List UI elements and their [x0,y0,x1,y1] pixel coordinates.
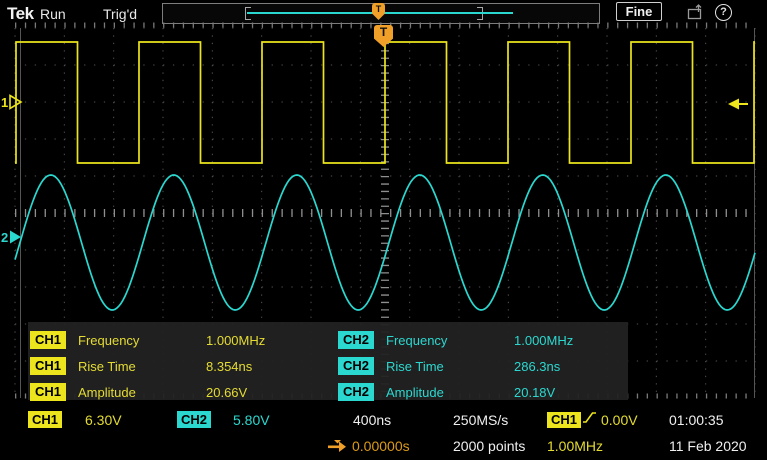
measurement-row: CH2 Rise Time 286.3ns [338,355,560,377]
ch2-badge: CH2 [338,357,374,375]
measurement-label: Amplitude [386,385,514,400]
horizontal-position-readout: 0.00000s [352,438,410,454]
measurements-panel: CH1 Frequency 1.000MHz CH1 Rise Time 8.3… [28,322,628,400]
ch2-marker-label: 2 [1,230,8,245]
measurement-value: 286.3ns [514,359,560,374]
top-bar: Tek Run Trig'd T Fine ? [0,0,767,28]
ch1-position-marker[interactable]: 1 [1,94,23,110]
sample-rate-readout: 250MS/s [453,412,508,428]
measurement-row: CH2 Amplitude 20.18V [338,381,555,403]
help-icon[interactable]: ? [715,4,732,21]
trigger-level-arrow-icon [727,97,749,111]
ch1-badge: CH1 [30,357,66,375]
timebase-readout: 400ns [353,412,391,428]
measurement-row: CH2 Frequency 1.000MHz [338,329,573,351]
measurement-value: 1.000MHz [206,333,265,348]
record-length-readout: 2000 points [453,438,525,454]
measurement-label: Amplitude [78,385,206,400]
ch2-position-marker[interactable]: 2 [1,229,23,245]
acquisition-preview-bar[interactable]: T [162,3,600,24]
trigger-level-readout: 0.00V [601,412,638,428]
ch1-badge: CH1 [30,331,66,349]
ch2-marker-triangle-icon [8,229,23,245]
measurement-value: 8.354ns [206,359,252,374]
clock-date: 11 Feb 2020 [669,438,747,454]
measurement-label: Rise Time [78,359,206,374]
ch1-marker-label: 1 [1,95,8,110]
trigger-level-marker[interactable] [727,97,749,116]
clock-time: 01:00:35 [669,412,724,428]
measurement-row: CH1 Amplitude 20.66V [30,381,247,403]
save-icon[interactable] [687,4,704,20]
ch2-scale-badge[interactable]: CH2 [177,411,211,428]
measurement-label: Rise Time [386,359,514,374]
trigger-position-marker-small[interactable]: T [372,3,385,20]
measurement-value: 1.000MHz [514,333,573,348]
oscilloscope-screen: Tek Run Trig'd T Fine ? T 1 2 [0,0,767,460]
acquisition-status: Run [40,6,66,22]
horizontal-position-icon [326,440,348,456]
ch2-badge: CH2 [338,383,374,401]
measurement-label: Frequency [386,333,514,348]
fine-button[interactable]: Fine [616,2,662,21]
measurement-value: 20.18V [514,385,555,400]
trigger-status: Trig'd [103,6,137,22]
ch1-badge: CH1 [30,383,66,401]
ch1-scale-badge[interactable]: CH1 [28,411,62,428]
status-bar: CH1 6.30V CH2 5.80V 400ns 250MS/s CH1 0.… [0,405,767,460]
trigger-frequency-readout: 1.00MHz [547,438,603,454]
ch2-badge: CH2 [338,331,374,349]
measurement-label: Frequency [78,333,206,348]
measurement-row: CH1 Rise Time 8.354ns [30,355,252,377]
tek-logo: Tek [7,4,34,24]
measurement-row: CH1 Frequency 1.000MHz [30,329,265,351]
ch1-marker-triangle-icon [8,94,23,110]
trigger-source-badge[interactable]: CH1 [547,412,581,428]
ch2-scale-value: 5.80V [233,412,270,428]
measurement-value: 20.66V [206,385,247,400]
ch1-scale-value: 6.30V [85,412,122,428]
trigger-slope-icon [582,410,597,428]
